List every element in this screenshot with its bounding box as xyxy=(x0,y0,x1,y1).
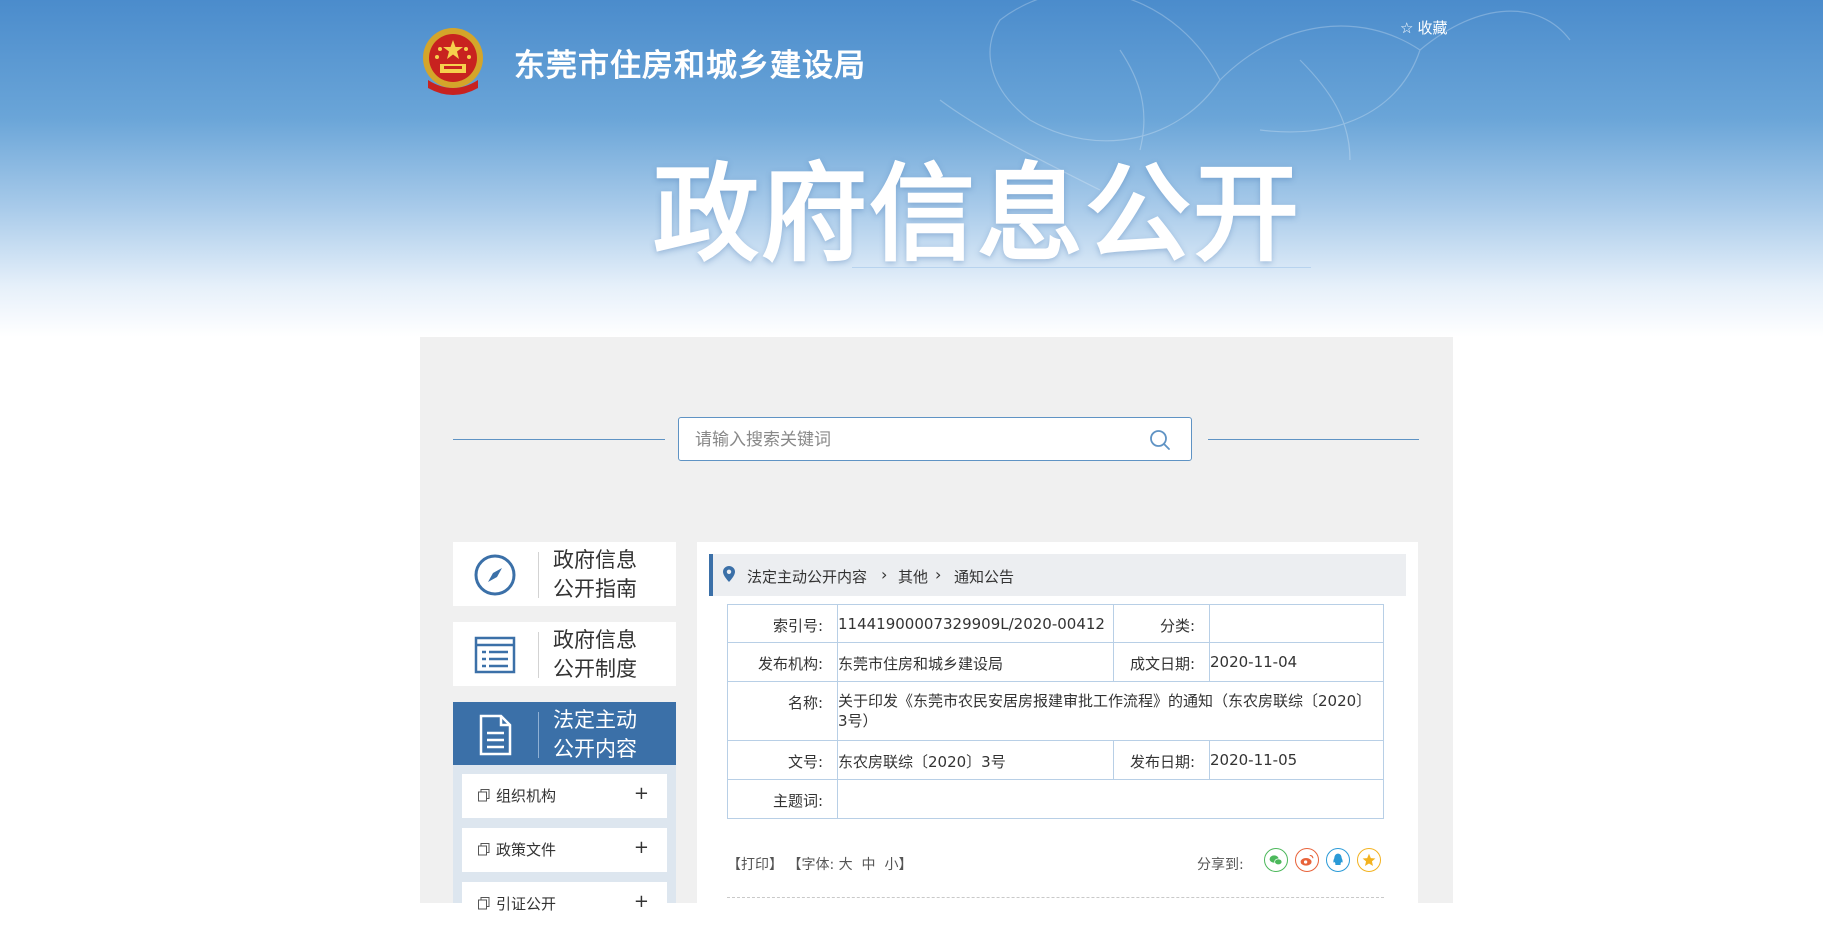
wechat-icon[interactable] xyxy=(1264,848,1288,872)
content-container: 政府信息公开指南 政府信息公开制度 法定主动公开内容 xyxy=(420,337,1453,926)
print-button[interactable]: 【打印】 xyxy=(727,857,783,873)
page-tools: 【打印】 【字体: 大 中 小】 xyxy=(727,854,912,874)
subnav-item-policy[interactable]: 政策文件 + xyxy=(462,828,667,872)
document-icon xyxy=(479,714,512,756)
font-medium-button[interactable]: 中 xyxy=(862,857,876,873)
subnav-label: 政策文件 xyxy=(496,841,557,859)
search-divider-right xyxy=(1208,439,1419,440)
font-size-prefix: 【字体: xyxy=(787,857,835,873)
index-value: 11441900007329909L/2020-00412 xyxy=(837,604,1114,643)
list-icon xyxy=(474,636,516,674)
published-date-label: 发布日期: xyxy=(1113,740,1210,780)
qq-icon[interactable] xyxy=(1326,848,1350,872)
section-title: 政府信息公开 xyxy=(653,153,1301,276)
font-large-button[interactable]: 大 xyxy=(839,857,853,873)
nav-card-label: 政府信息 公开指南 xyxy=(553,548,637,601)
main-panel: 法定主动公开内容 › 其他 › 通知公告 索引号: 11441900007329… xyxy=(697,542,1418,903)
category-value xyxy=(1209,604,1384,643)
docno-label: 文号: xyxy=(727,740,838,780)
expand-icon[interactable]: + xyxy=(634,783,649,804)
nav-card-label: 法定主动 公开内容 xyxy=(553,708,637,761)
publisher-label: 发布机构: xyxy=(727,642,838,682)
copy-icon xyxy=(478,789,490,802)
nav-separator xyxy=(538,712,539,758)
breadcrumb: 法定主动公开内容 › 其他 › 通知公告 xyxy=(709,554,1406,596)
chevron-right-icon: › xyxy=(935,565,942,584)
docno-value: 东农房联综〔2020〕3号 xyxy=(837,740,1114,780)
weibo-icon[interactable] xyxy=(1295,848,1319,872)
created-date-value: 2020-11-04 xyxy=(1209,642,1384,682)
site-title: 东莞市住房和城乡建设局 xyxy=(514,48,866,84)
index-label: 索引号: xyxy=(727,604,838,643)
breadcrumb-item[interactable]: 法定主动公开内容 xyxy=(747,566,867,587)
font-size-suffix: 】 xyxy=(898,857,913,873)
search-input[interactable] xyxy=(693,427,1137,453)
subject-value xyxy=(837,779,1384,819)
subnav-item-third[interactable]: 引证公开 + xyxy=(462,882,667,926)
breadcrumb-item[interactable]: 其他 xyxy=(898,566,928,587)
search-box xyxy=(678,417,1192,461)
star-icon: ☆ xyxy=(1400,19,1414,37)
nav-separator xyxy=(538,552,539,598)
nav-card-guide[interactable]: 政府信息 公开指南 xyxy=(453,542,676,606)
name-value: 关于印发《东莞市农民安居房报建审批工作流程》的通知（东农房联综〔2020〕3号） xyxy=(837,681,1384,741)
title-underline xyxy=(852,267,1311,268)
subject-label: 主题词: xyxy=(727,779,838,819)
content-divider xyxy=(727,897,1384,898)
info-table: 索引号: 11441900007329909L/2020-00412 分类: 发… xyxy=(727,604,1384,819)
nav-separator xyxy=(538,632,539,678)
name-label: 名称: xyxy=(727,681,838,741)
search-icon[interactable] xyxy=(1147,427,1173,453)
font-small-button[interactable]: 小 xyxy=(884,857,898,873)
subnav-label: 组织机构 xyxy=(496,787,557,805)
publisher-value: 东莞市住房和城乡建设局 xyxy=(837,642,1114,682)
national-emblem-icon xyxy=(423,28,483,95)
published-date-value: 2020-11-05 xyxy=(1209,740,1384,780)
copy-icon xyxy=(478,897,490,910)
share-label: 分享到: xyxy=(1197,857,1244,873)
sub-nav: 组织机构 + 政策文件 + 引证公开 + xyxy=(453,765,676,926)
header-banner: 东莞市住房和城乡建设局 ☆ 收藏 政府信息公开 xyxy=(0,0,1823,337)
location-pin-icon xyxy=(723,566,735,582)
nav-card-system[interactable]: 政府信息 公开制度 xyxy=(453,622,676,686)
favorite-label: 收藏 xyxy=(1417,19,1448,37)
favorite-link[interactable]: ☆ 收藏 xyxy=(1400,17,1447,38)
chevron-right-icon: › xyxy=(881,565,888,584)
category-label: 分类: xyxy=(1113,604,1210,643)
expand-icon[interactable]: + xyxy=(634,837,649,858)
compass-icon xyxy=(474,554,516,596)
breadcrumb-item[interactable]: 通知公告 xyxy=(954,566,1014,587)
created-date-label: 成文日期: xyxy=(1113,642,1210,682)
subnav-item-organization[interactable]: 组织机构 + xyxy=(462,774,667,818)
expand-icon[interactable]: + xyxy=(634,891,649,912)
nav-card-mandatory-content[interactable]: 法定主动 公开内容 xyxy=(453,702,676,766)
copy-icon xyxy=(478,843,490,856)
nav-card-label: 政府信息 公开制度 xyxy=(553,628,637,681)
subnav-label: 引证公开 xyxy=(496,895,557,913)
search-divider-left xyxy=(453,439,665,440)
qzone-icon[interactable] xyxy=(1357,848,1381,872)
